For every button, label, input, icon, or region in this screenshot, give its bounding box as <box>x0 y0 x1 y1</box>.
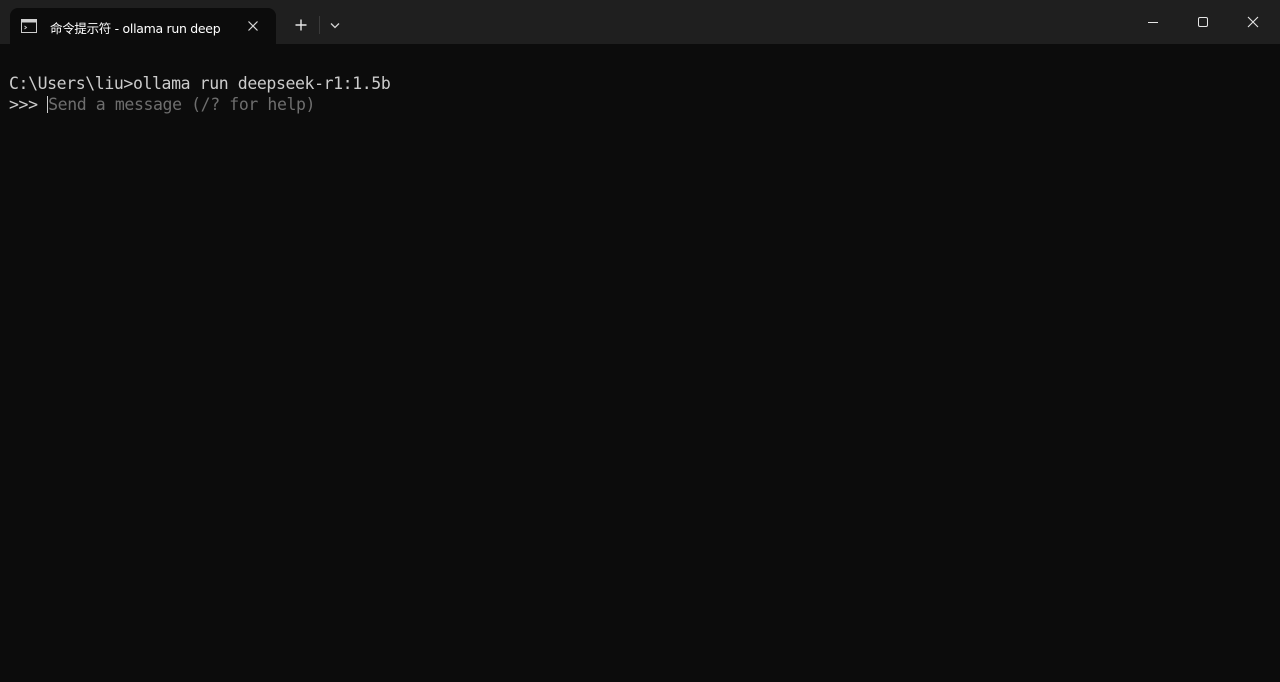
minimize-icon <box>1148 22 1158 23</box>
prompt-symbol: >>> <box>9 95 48 114</box>
input-line[interactable]: >>> Send a message (/? for help) <box>9 95 315 114</box>
terminal-icon <box>21 19 37 33</box>
close-icon[interactable] <box>244 17 262 35</box>
minimize-button[interactable] <box>1130 0 1176 44</box>
chevron-down-icon[interactable] <box>326 16 344 34</box>
tab-divider <box>319 16 320 34</box>
message-placeholder: Send a message (/? for help) <box>48 95 316 114</box>
command-line: C:\Users\liu>ollama run deepseek-r1:1.5b <box>9 74 391 93</box>
close-window-button[interactable] <box>1230 0 1276 44</box>
terminal-output[interactable]: C:\Users\liu>ollama run deepseek-r1:1.5b… <box>0 44 1280 682</box>
maximize-icon <box>1198 17 1208 27</box>
close-icon <box>1247 16 1259 28</box>
title-bar: 命令提示符 - ollama run deep <box>0 0 1280 44</box>
maximize-button[interactable] <box>1180 0 1226 44</box>
tab-title: 命令提示符 - ollama run deep <box>50 21 221 36</box>
tab-command-prompt[interactable]: 命令提示符 - ollama run deep <box>10 8 276 44</box>
terminal-window: 命令提示符 - ollama run deep C:\Users\liu>oll… <box>0 0 1280 682</box>
plus-icon[interactable] <box>290 14 312 36</box>
